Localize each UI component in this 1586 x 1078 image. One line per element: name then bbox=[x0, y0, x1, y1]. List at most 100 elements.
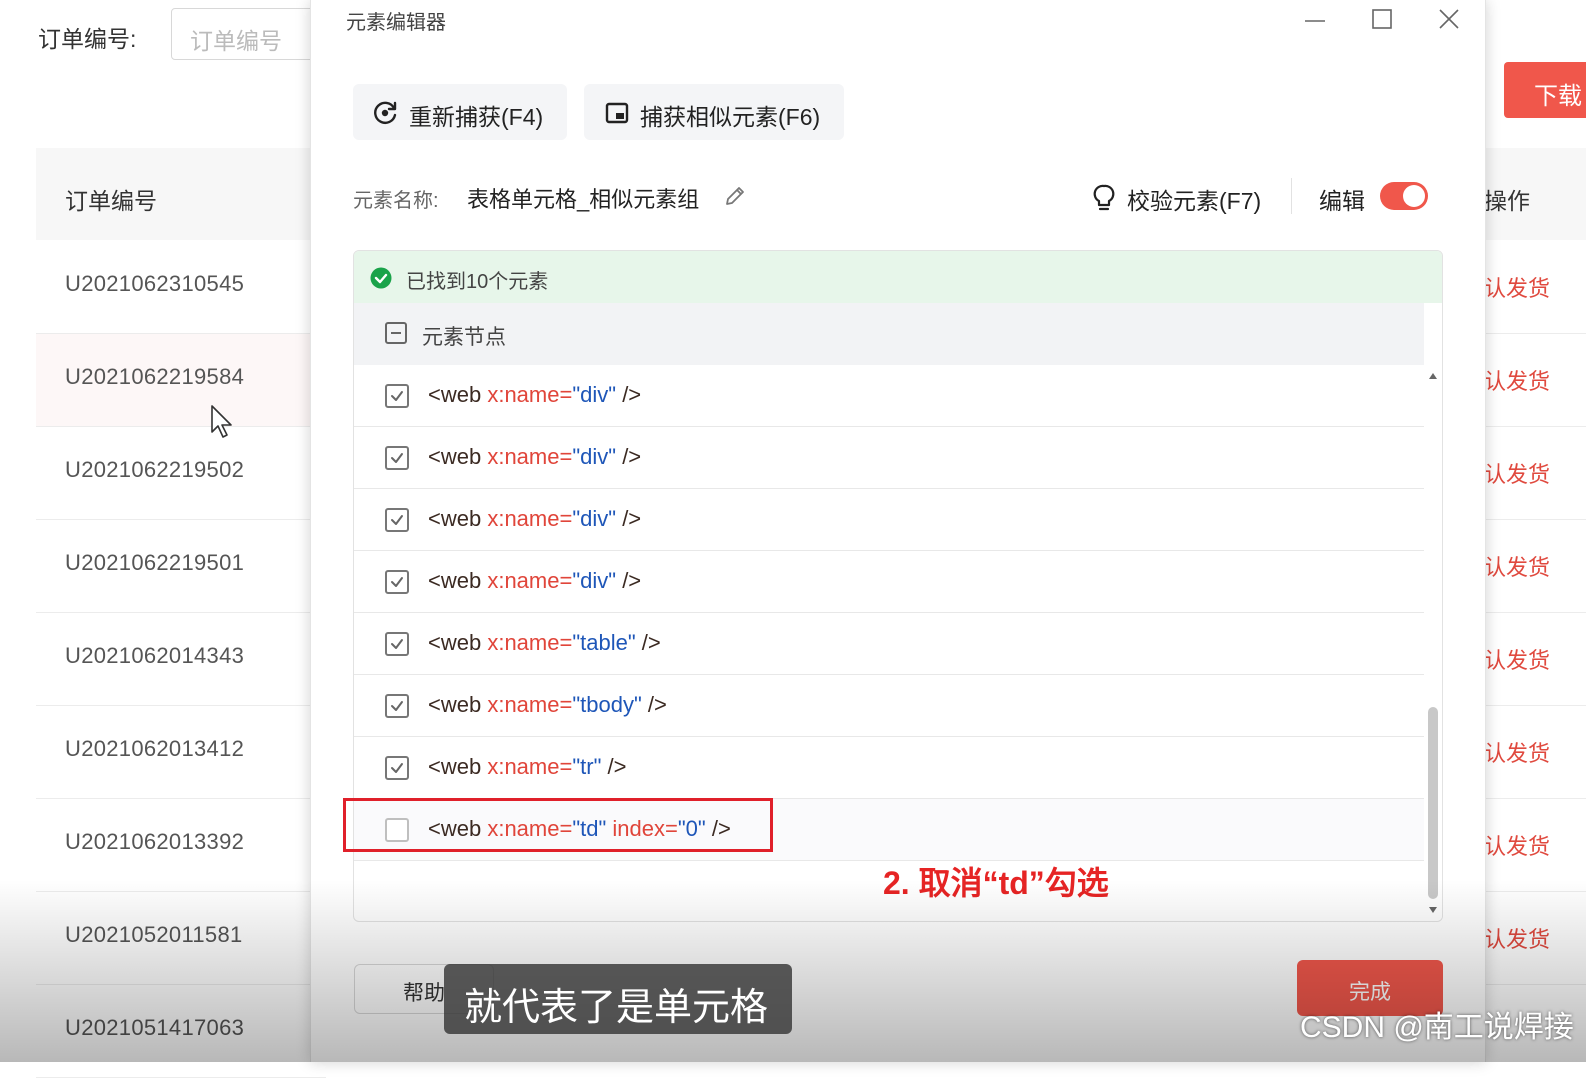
scroll-down-arrow-icon[interactable] bbox=[1429, 907, 1437, 913]
recapture-button[interactable]: 重新捕获(F4) bbox=[353, 84, 567, 140]
node-close-text: /> bbox=[616, 382, 642, 407]
lightbulb-icon bbox=[1093, 184, 1115, 211]
confirm-ship-link[interactable]: 认发货 bbox=[1484, 736, 1550, 768]
element-node-row[interactable]: <web x:name="div" /> bbox=[354, 365, 1424, 427]
toolbar-divider bbox=[1291, 178, 1292, 214]
order-number-cell: U2021052011581 bbox=[65, 922, 243, 947]
help-button-label: 帮助 bbox=[403, 982, 445, 1005]
node-close-text: /> bbox=[601, 754, 627, 779]
node-tag-text: <web bbox=[428, 630, 488, 655]
element-name-value: 表格单元格_相似元素组 bbox=[467, 187, 700, 212]
checkmark-icon bbox=[391, 639, 403, 649]
node-attr-text: x:name= bbox=[487, 692, 573, 717]
order-table-row[interactable]: U2021052011581 bbox=[36, 892, 326, 985]
confirm-ship-link[interactable]: 认发货 bbox=[1484, 457, 1550, 489]
node-tag-text: <web bbox=[428, 568, 488, 593]
order-number-cell: U2021051417063 bbox=[65, 1015, 245, 1040]
node-code: <web x:name="table" /> bbox=[428, 630, 661, 656]
node-checkbox-checked[interactable] bbox=[385, 446, 409, 470]
checkmark-icon bbox=[391, 763, 403, 773]
order-number-cell: U2021062014343 bbox=[65, 643, 245, 668]
edit-toggle[interactable] bbox=[1380, 182, 1428, 210]
operation-cell: 认发货 bbox=[1484, 799, 1586, 892]
element-node-row[interactable]: <web x:name="table" /> bbox=[354, 613, 1424, 675]
order-table-row[interactable]: U2021062310545 bbox=[36, 241, 326, 334]
order-table-row[interactable]: U2021062219584 bbox=[36, 334, 326, 427]
checkmark-icon bbox=[391, 515, 403, 525]
node-checkbox-checked[interactable] bbox=[385, 570, 409, 594]
confirm-ship-link[interactable]: 认发货 bbox=[1484, 922, 1550, 954]
element-node-row[interactable]: <web x:name="tr" /> bbox=[354, 737, 1424, 799]
capture-similar-icon bbox=[605, 102, 629, 124]
order-number-cell: U2021062310545 bbox=[65, 271, 245, 296]
node-list-scrollbar[interactable] bbox=[1424, 365, 1442, 921]
order-table-row[interactable]: U2021062219501 bbox=[36, 520, 326, 613]
element-editor-dialog: 元素编辑器 重新捕获(F4) 捕获相似元素(F6) 元素名称: 表格单元格_相似… bbox=[310, 0, 1486, 1062]
node-value-text: "tbody" bbox=[572, 692, 642, 717]
found-elements-banner: 已找到10个元素 bbox=[354, 251, 1442, 303]
node-tag-text: <web bbox=[428, 444, 488, 469]
node-attr-text: x:name= bbox=[487, 444, 573, 469]
order-table-row[interactable]: U2021062013392 bbox=[36, 799, 326, 892]
confirm-ship-link[interactable]: 认发货 bbox=[1484, 643, 1550, 675]
confirm-ship-link[interactable]: 认发货 bbox=[1484, 271, 1550, 303]
node-checkbox-checked[interactable] bbox=[385, 384, 409, 408]
operations-header-label: 操作 bbox=[1484, 188, 1530, 214]
checkmark-icon bbox=[391, 701, 403, 711]
node-code: <web x:name="tbody" /> bbox=[428, 692, 667, 718]
node-tag-text: <web bbox=[428, 382, 488, 407]
order-table-row[interactable]: U2021051417063 bbox=[36, 985, 326, 1078]
node-value-text: "table" bbox=[572, 630, 636, 655]
success-check-icon bbox=[370, 267, 392, 289]
recapture-icon bbox=[374, 101, 397, 124]
node-checkbox-checked[interactable] bbox=[385, 694, 409, 718]
maximize-icon[interactable] bbox=[1363, 4, 1403, 34]
select-all-checkbox[interactable] bbox=[385, 322, 407, 344]
node-close-text: /> bbox=[616, 568, 642, 593]
video-subtitle: 就代表了是单元格 bbox=[444, 964, 792, 1034]
annotation-step-2: 2. 取消“td”勾选 bbox=[883, 865, 1109, 901]
element-node-header: 元素节点 bbox=[354, 303, 1424, 365]
scrollbar-thumb[interactable] bbox=[1428, 707, 1438, 899]
element-node-row[interactable]: <web x:name="div" /> bbox=[354, 551, 1424, 613]
edit-name-pencil-icon[interactable] bbox=[723, 184, 747, 208]
operation-cell: 认发货 bbox=[1484, 334, 1586, 427]
order-number-filter-label: 订单编号: bbox=[38, 26, 137, 52]
csdn-watermark: CSDN @南工说焊接 bbox=[1300, 1011, 1574, 1044]
node-close-text: /> bbox=[616, 506, 642, 531]
minimize-icon[interactable] bbox=[1295, 4, 1335, 34]
node-attr-text: x:name= bbox=[487, 754, 573, 779]
operation-cell: 认发货 bbox=[1484, 520, 1586, 613]
node-code: <web x:name="div" /> bbox=[428, 382, 641, 408]
node-checkbox-checked[interactable] bbox=[385, 756, 409, 780]
checkmark-icon bbox=[391, 577, 403, 587]
close-icon[interactable] bbox=[1429, 4, 1469, 34]
node-value-text: "tr" bbox=[572, 754, 602, 779]
element-node-row[interactable]: <web x:name="div" /> bbox=[354, 489, 1424, 551]
node-close-text: /> bbox=[616, 444, 642, 469]
node-attr-text: x:name= bbox=[487, 382, 573, 407]
confirm-ship-link[interactable]: 认发货 bbox=[1484, 829, 1550, 861]
video-subtitle-text: 就代表了是单元格 bbox=[464, 987, 769, 1029]
order-table-row[interactable]: U2021062219502 bbox=[36, 427, 326, 520]
node-close-text: /> bbox=[641, 692, 667, 717]
scroll-up-arrow-icon[interactable] bbox=[1429, 373, 1437, 379]
confirm-ship-link[interactable]: 认发货 bbox=[1484, 550, 1550, 582]
node-checkbox-checked[interactable] bbox=[385, 632, 409, 656]
order-number-filter-input[interactable]: 订单编号 bbox=[171, 8, 321, 60]
operation-cell: 认发货 bbox=[1484, 427, 1586, 520]
element-node-row[interactable]: <web x:name="tbody" /> bbox=[354, 675, 1424, 737]
mouse-cursor-icon bbox=[211, 405, 232, 438]
node-code: <web x:name="tr" /> bbox=[428, 754, 626, 780]
capture-similar-button[interactable]: 捕获相似元素(F6) bbox=[584, 84, 844, 140]
order-number-cell: U2021062013412 bbox=[65, 736, 245, 761]
confirm-ship-link[interactable]: 认发货 bbox=[1484, 364, 1550, 396]
node-checkbox-checked[interactable] bbox=[385, 508, 409, 532]
order-table-row[interactable]: U2021062014343 bbox=[36, 613, 326, 706]
download-button[interactable]: 下载 bbox=[1504, 62, 1586, 118]
node-tag-text: <web bbox=[428, 506, 488, 531]
node-value-text: "div" bbox=[572, 506, 617, 531]
order-table-row[interactable]: U2021062013412 bbox=[36, 706, 326, 799]
edit-toggle-label: 编辑 bbox=[1319, 188, 1365, 214]
element-node-row[interactable]: <web x:name="div" /> bbox=[354, 427, 1424, 489]
